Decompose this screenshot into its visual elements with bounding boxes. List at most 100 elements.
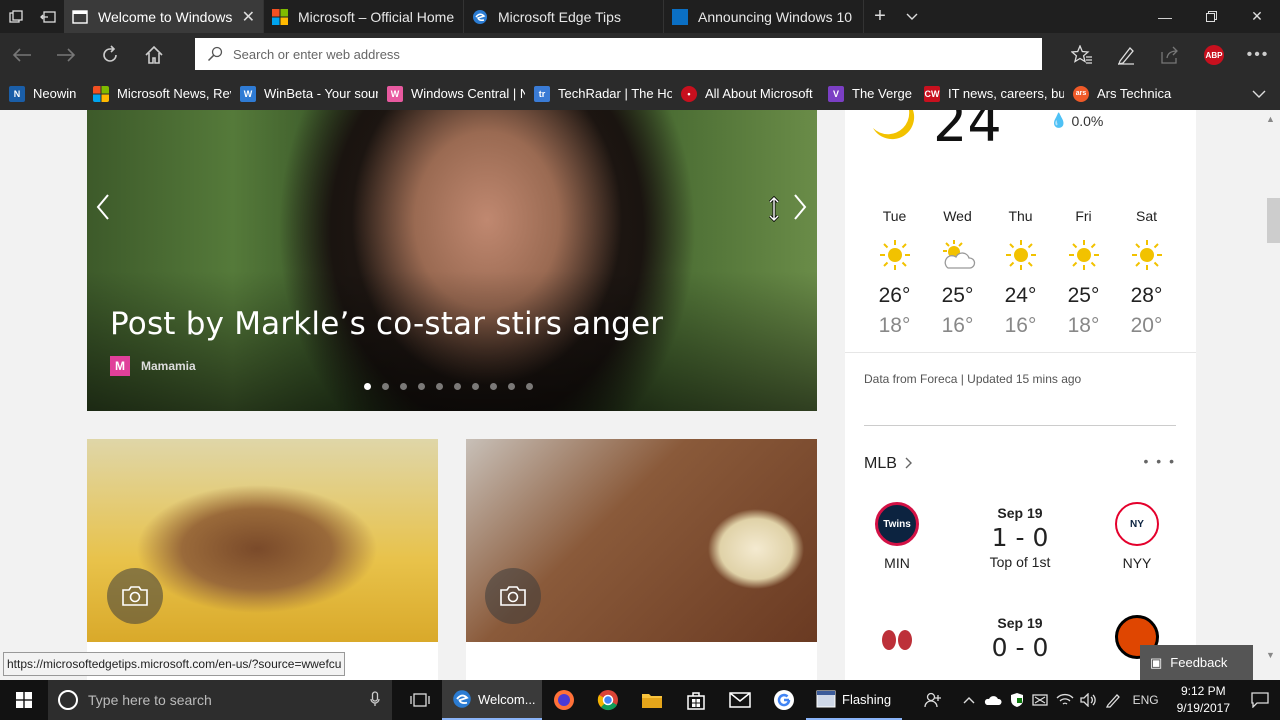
favorite-the-verge[interactable]: V The Verge bbox=[828, 85, 915, 102]
carousel-dot[interactable] bbox=[454, 383, 461, 390]
forecast-day[interactable]: Tue 26° 18° bbox=[863, 208, 926, 338]
forecast-day[interactable]: Sat 28° 20° bbox=[1115, 208, 1178, 338]
clock-time: 9:12 PM bbox=[1180, 684, 1226, 698]
favorite-windows-central[interactable]: W Windows Central | Ne bbox=[387, 85, 525, 102]
game-score: 0 - 0 bbox=[991, 633, 1049, 662]
favorite-all-about-microsoft[interactable]: • All About Microsoft bbox=[681, 85, 819, 102]
favorite-techradar[interactable]: tr TechRadar | The Hom bbox=[534, 85, 672, 102]
edge-logo-icon bbox=[473, 9, 487, 24]
task-view-icon[interactable] bbox=[398, 680, 442, 720]
new-tab-icon[interactable]: + bbox=[864, 0, 896, 33]
windows-start-icon[interactable] bbox=[0, 680, 48, 720]
weather-source[interactable]: Data from Foreca | Updated 15 mins ago bbox=[864, 372, 1081, 386]
onedrive-icon[interactable] bbox=[981, 694, 1005, 706]
mlb-more-icon[interactable]: • • • bbox=[1144, 453, 1176, 469]
file-explorer-icon[interactable] bbox=[630, 680, 674, 720]
store-icon[interactable] bbox=[674, 680, 718, 720]
news-card-garlic-press[interactable] bbox=[466, 439, 817, 680]
mail-icon[interactable] bbox=[718, 680, 762, 720]
carousel-dot[interactable] bbox=[526, 383, 533, 390]
volume-icon[interactable] bbox=[1077, 693, 1101, 707]
microsoft-news-icon bbox=[93, 85, 109, 102]
wifi-icon[interactable] bbox=[1053, 693, 1077, 707]
carousel-next-icon[interactable] bbox=[792, 192, 808, 229]
tab-edge-tips[interactable]: Microsoft Edge Tips bbox=[464, 0, 664, 33]
forecast-high: 24° bbox=[1004, 284, 1037, 307]
forecast-day[interactable]: Fri 25° 18° bbox=[1052, 208, 1115, 338]
forward-icon[interactable] bbox=[44, 33, 88, 77]
back-icon[interactable] bbox=[0, 33, 44, 77]
carousel-dot[interactable] bbox=[418, 383, 425, 390]
scroll-up-icon[interactable]: ▲ bbox=[1266, 114, 1275, 124]
forecast-low: 18° bbox=[878, 314, 911, 337]
news-card-casserole[interactable] bbox=[87, 439, 438, 680]
taskbar-edge[interactable]: Welcom... bbox=[442, 680, 542, 720]
favorite-microsoft-news[interactable]: Microsoft News, Revi bbox=[93, 85, 231, 102]
more-actions-icon[interactable]: ••• bbox=[1236, 33, 1280, 77]
tab-manager-icon[interactable] bbox=[0, 0, 32, 33]
tab-preview-chevron-icon[interactable] bbox=[896, 0, 928, 33]
clock[interactable]: 9:12 PM 9/19/2017 bbox=[1177, 683, 1230, 717]
page-scrollbar[interactable]: ▲ ▼ bbox=[1263, 110, 1280, 680]
taskbar-search-box[interactable]: Type here to search bbox=[48, 680, 392, 720]
favorite-computerworld[interactable]: CW IT news, careers, busi bbox=[924, 85, 1064, 102]
share-icon[interactable] bbox=[1148, 33, 1192, 77]
address-bar[interactable] bbox=[195, 38, 1042, 70]
tab-microsoft-home[interactable]: Microsoft – Official Home P bbox=[264, 0, 464, 33]
system-tray: ENG 9:12 PM 9/19/2017 bbox=[921, 680, 1280, 720]
hero-headline[interactable]: Post by Markle’s co-star stirs anger bbox=[110, 306, 663, 342]
clock-date: 9/19/2017 bbox=[1176, 701, 1230, 715]
forecast-day-name: Fri bbox=[1075, 208, 1092, 224]
carousel-dot[interactable] bbox=[508, 383, 515, 390]
tab-welcome[interactable]: Welcome to Windows ✕ bbox=[64, 0, 264, 33]
address-input[interactable] bbox=[233, 46, 1042, 62]
carousel-dot[interactable] bbox=[400, 383, 407, 390]
current-weather[interactable]: 24 bbox=[865, 110, 1002, 155]
restore-icon[interactable] bbox=[1188, 0, 1234, 33]
partly-cloudy-icon bbox=[940, 238, 976, 272]
home-icon[interactable] bbox=[132, 33, 176, 77]
carousel-prev-icon[interactable] bbox=[95, 192, 111, 229]
network-icon[interactable] bbox=[1029, 693, 1053, 707]
forecast-day[interactable]: Thu 24° 16° bbox=[989, 208, 1052, 338]
web-note-icon[interactable] bbox=[1104, 33, 1148, 77]
carousel-dot[interactable] bbox=[382, 383, 389, 390]
mlb-header[interactable]: MLB bbox=[864, 455, 913, 473]
refresh-icon[interactable] bbox=[88, 33, 132, 77]
carousel-dot[interactable] bbox=[436, 383, 443, 390]
carousel-dot[interactable] bbox=[472, 383, 479, 390]
chrome-icon[interactable] bbox=[586, 680, 630, 720]
defender-icon[interactable] bbox=[1005, 692, 1029, 708]
scroll-down-icon[interactable]: ▼ bbox=[1266, 650, 1275, 660]
game-date: Sep 19 bbox=[997, 615, 1043, 631]
adblock-plus-icon[interactable]: ABP bbox=[1192, 33, 1236, 77]
chevron-up-icon[interactable] bbox=[957, 696, 981, 704]
feedback-button[interactable]: ▣ Feedback bbox=[1140, 645, 1253, 680]
neowin-icon: N bbox=[9, 85, 25, 102]
carousel-dots bbox=[364, 383, 533, 390]
scroll-thumb[interactable] bbox=[1267, 198, 1280, 243]
action-center-icon[interactable] bbox=[1240, 692, 1280, 708]
pen-workspace-icon[interactable] bbox=[1101, 692, 1125, 708]
favorites-hub-icon[interactable] bbox=[1060, 33, 1104, 77]
firefox-icon[interactable] bbox=[542, 680, 586, 720]
carousel-dot[interactable] bbox=[490, 383, 497, 390]
google-icon[interactable] bbox=[762, 680, 806, 720]
favorites-overflow-chevron-icon[interactable] bbox=[1252, 85, 1266, 101]
forecast-day[interactable]: Wed 25° 16° bbox=[926, 208, 989, 338]
favorite-ars-technica[interactable]: ars Ars Technica bbox=[1073, 85, 1183, 102]
close-tab-icon[interactable]: ✕ bbox=[242, 7, 255, 27]
favorite-winbeta[interactable]: W WinBeta - Your sourc bbox=[240, 85, 378, 102]
taskbar-flashing-app[interactable]: Flashing bbox=[806, 680, 902, 720]
people-icon[interactable] bbox=[921, 692, 945, 708]
minimize-icon[interactable]: — bbox=[1142, 0, 1188, 33]
microphone-icon[interactable] bbox=[370, 690, 380, 710]
set-tabs-aside-icon[interactable] bbox=[32, 0, 64, 33]
hero-carousel[interactable]: Post by Markle’s co-star stirs anger M M… bbox=[87, 110, 817, 411]
favorite-neowin[interactable]: N Neowin bbox=[9, 85, 84, 102]
input-language[interactable]: ENG bbox=[1133, 693, 1159, 707]
close-window-icon[interactable]: ✕ bbox=[1234, 0, 1280, 33]
hero-source[interactable]: M Mamamia bbox=[110, 356, 196, 376]
carousel-dot[interactable] bbox=[364, 383, 371, 390]
tab-announcing-windows[interactable]: Announcing Windows 10 Ir bbox=[664, 0, 864, 33]
